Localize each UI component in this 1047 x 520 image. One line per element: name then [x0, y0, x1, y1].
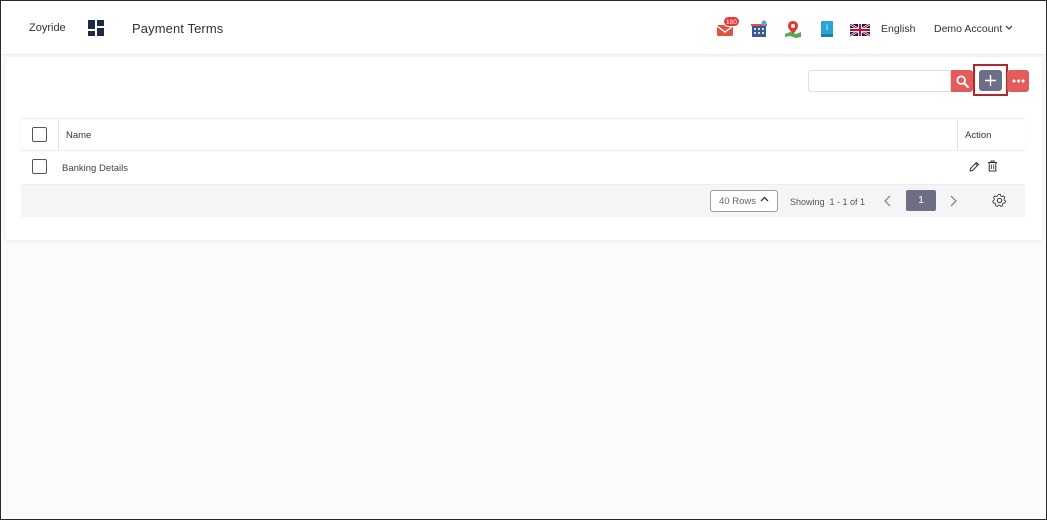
apps-grid-icon[interactable]: [88, 20, 104, 36]
delete-icon[interactable]: [987, 160, 998, 172]
table-header: Name Action: [21, 118, 1025, 151]
building-icon[interactable]: [749, 19, 769, 39]
page-title: Payment Terms: [132, 21, 224, 36]
map-pin-icon[interactable]: [783, 19, 803, 39]
edit-icon[interactable]: [968, 161, 980, 173]
pagination-summary: Showing 1 - 1 of 1: [790, 197, 866, 207]
add-button[interactable]: [979, 70, 1002, 91]
app-window: Zoyride Payment Terms 180 i English Demo…: [0, 0, 1047, 520]
content-card: Name Action Banking Details 40 Rows Show…: [6, 57, 1042, 240]
book-icon[interactable]: i: [817, 19, 837, 39]
gear-icon[interactable]: [992, 193, 1007, 208]
language-selector[interactable]: English: [881, 23, 915, 35]
chevron-left-icon[interactable]: [883, 195, 893, 207]
table-row[interactable]: Banking Details: [21, 151, 1025, 185]
column-header-name[interactable]: Name: [66, 130, 91, 141]
column-divider: [957, 119, 958, 150]
search-button[interactable]: [951, 70, 973, 92]
chevron-down-icon[interactable]: [1005, 25, 1013, 31]
column-divider: [58, 119, 59, 150]
search-icon: [955, 74, 969, 88]
search-input[interactable]: [808, 70, 951, 92]
row-checkbox[interactable]: [32, 159, 47, 174]
more-horizontal-icon: [1012, 79, 1024, 83]
brand-name[interactable]: Zoyride: [29, 22, 66, 34]
plus-icon: [985, 75, 996, 86]
more-options-button[interactable]: [1007, 70, 1029, 92]
page-number-button[interactable]: 1: [906, 190, 936, 211]
notification-badge: 180: [723, 16, 740, 27]
row-name-cell: Banking Details: [62, 163, 129, 174]
select-all-checkbox[interactable]: [32, 127, 47, 142]
svg-text:i: i: [826, 23, 828, 32]
account-menu[interactable]: Demo Account: [934, 23, 1002, 35]
chevron-right-icon[interactable]: [948, 195, 958, 207]
column-header-action: Action: [965, 130, 992, 141]
rows-per-page-value: 40 Rows: [719, 195, 756, 207]
chevron-up-icon[interactable]: [760, 196, 769, 202]
payment-terms-table: Name Action Banking Details 40 Rows Show…: [21, 118, 1025, 217]
uk-flag-icon[interactable]: [850, 24, 870, 36]
top-header: Zoyride Payment Terms 180 i English Demo…: [1, 1, 1046, 55]
table-footer: 40 Rows Showing 1 - 1 of 1 1: [21, 185, 1025, 217]
